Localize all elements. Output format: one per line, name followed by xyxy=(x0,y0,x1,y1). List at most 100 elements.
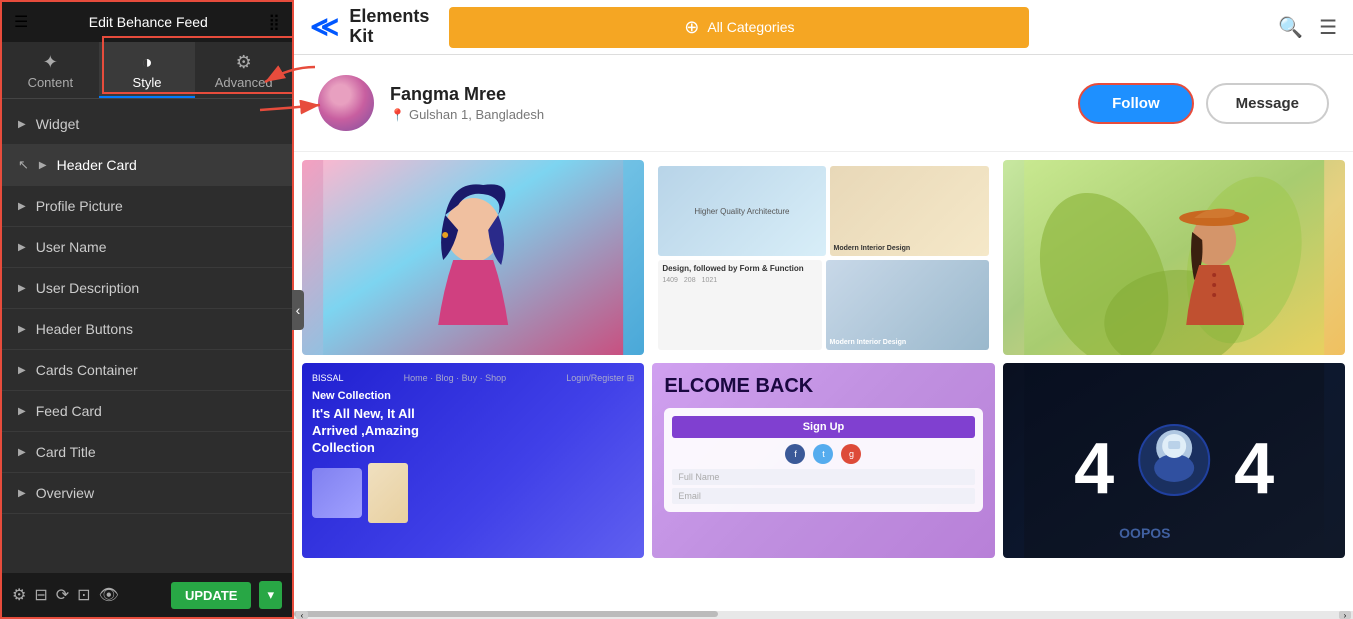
all-categories-button[interactable]: ⊕ All Categories xyxy=(449,7,1029,48)
logo-icon: ≪ xyxy=(310,13,339,41)
card-woman-illustration[interactable] xyxy=(302,160,644,355)
content-icon: ✦ xyxy=(8,52,93,73)
arch-stats: Design, followed by Form & Function 1409… xyxy=(658,260,821,350)
search-icon[interactable]: 🔍 xyxy=(1278,15,1303,40)
product-img-2 xyxy=(368,463,408,523)
expand-icon: ▶ xyxy=(18,201,26,212)
tab-style[interactable]: ◑ Style xyxy=(99,42,196,98)
svg-text:4: 4 xyxy=(1234,429,1274,509)
form-row-name: Full Name xyxy=(672,469,974,485)
follow-button[interactable]: Follow xyxy=(1078,83,1194,124)
categories-label: All Categories xyxy=(707,19,794,35)
signup-form: Sign Up f t g Full Name Email xyxy=(664,408,982,512)
layers-icon[interactable]: ⊟ xyxy=(34,585,47,605)
profile-header: Fangma Mree 📍 Gulshan 1, Bangladesh Foll… xyxy=(294,55,1353,152)
bissal-login: Login/Register ⊞ xyxy=(566,373,634,384)
hamburger-icon[interactable]: ☰ xyxy=(14,12,28,32)
sidebar-item-feed-card[interactable]: ▶ Feed Card xyxy=(2,391,292,432)
eye-icon[interactable]: 👁 xyxy=(99,585,119,605)
expand-icon: ▶ xyxy=(18,324,26,335)
logo-text: Elements Kit xyxy=(349,7,429,47)
location-icon: 📍 xyxy=(390,108,405,122)
responsive-icon[interactable]: ⊡ xyxy=(77,585,90,605)
card-welcome-back[interactable]: ELCOME BACK Sign Up f t g Full Name Emai… xyxy=(652,363,994,558)
logo-chevron: ≪ xyxy=(310,13,339,41)
top-nav-right: 🔍 ☰ xyxy=(1278,15,1337,40)
expand-icon: ▶ xyxy=(39,160,47,171)
profile-actions: Follow Message xyxy=(1078,83,1329,124)
card-bissal[interactable]: BISSAL Home · Blog · Buy · Shop Login/Re… xyxy=(302,363,644,558)
expand-icon: ▶ xyxy=(18,365,26,376)
sidebar-item-card-title[interactable]: ▶ Card Title xyxy=(2,432,292,473)
grid-icon[interactable]: ⣿ xyxy=(268,12,280,32)
expand-icon: ▶ xyxy=(18,119,26,130)
svg-text:4: 4 xyxy=(1074,429,1114,509)
location-text: Gulshan 1, Bangladesh xyxy=(409,107,544,122)
bissal-collection-label: New Collection xyxy=(312,390,634,402)
scroll-left-arrow[interactable]: ‹ xyxy=(296,611,308,619)
logo-sub: Kit xyxy=(349,27,429,47)
bissal-header: BISSAL Home · Blog · Buy · Shop Login/Re… xyxy=(312,373,634,384)
avatar xyxy=(318,75,374,131)
sidebar-tabs: ✦ Content ◑ Style ⚙ Advanced xyxy=(2,42,292,99)
email-input[interactable]: Email xyxy=(672,488,974,504)
tab-advanced[interactable]: ⚙ Advanced xyxy=(195,42,292,98)
style-icon: ◑ xyxy=(105,52,190,73)
history-icon[interactable]: ⟳ xyxy=(56,585,69,605)
top-nav: ≪ Elements Kit ⊕ All Categories 🔍 ☰ xyxy=(294,0,1353,55)
cards-grid: Higher Quality Architecture Modern Inter… xyxy=(294,152,1353,566)
scroll-thumb[interactable] xyxy=(294,611,718,617)
main-content: ≪ Elements Kit ⊕ All Categories 🔍 ☰ xyxy=(294,0,1353,619)
sidebar-item-user-name[interactable]: ▶ User Name xyxy=(2,227,292,268)
welcome-heading: ELCOME BACK xyxy=(664,375,982,398)
bissal-tagline-text: It's All New, It AllArrived ,AmazingColl… xyxy=(312,406,634,457)
scroll-right-arrow[interactable]: › xyxy=(1339,611,1351,619)
full-name-input[interactable]: Full Name xyxy=(672,469,974,485)
sidebar-item-overview[interactable]: ▶ Overview xyxy=(2,473,292,514)
sidebar-items-list: ▶ Widget ↖ ▶ Header Card ▶ Profile Pictu… xyxy=(2,99,292,573)
social-icons: f t g xyxy=(672,444,974,464)
update-dropdown-button[interactable]: ▾ xyxy=(259,581,282,609)
message-button[interactable]: Message xyxy=(1206,83,1329,124)
product-img xyxy=(312,468,362,518)
card-illustration-content xyxy=(302,160,644,355)
expand-icon: ▶ xyxy=(18,488,26,499)
update-button[interactable]: UPDATE xyxy=(171,582,251,609)
logo-brand: Elements xyxy=(349,7,429,27)
profile-location: 📍 Gulshan 1, Bangladesh xyxy=(390,107,1078,122)
card-404[interactable]: 4 4 OOPOS xyxy=(1003,363,1345,558)
sidebar-item-profile-picture[interactable]: ▶ Profile Picture xyxy=(2,186,292,227)
profile-name: Fangma Mree xyxy=(390,84,1078,105)
svg-text:OOPOS: OOPOS xyxy=(1119,525,1170,541)
scroll-bar-horizontal: ‹ › xyxy=(294,611,1353,619)
gear-icon[interactable]: ⚙ xyxy=(12,585,26,605)
arch-interior: Modern Interior Design xyxy=(826,260,989,350)
sidebar: ☰ Edit Behance Feed ⣿ ✦ Content ◑ Style … xyxy=(0,0,294,619)
feed-content: Fangma Mree 📍 Gulshan 1, Bangladesh Foll… xyxy=(294,55,1353,611)
sidebar-item-cards-container[interactable]: ▶ Cards Container xyxy=(2,350,292,391)
cursor-icon: ↖ xyxy=(18,157,29,173)
card-architecture[interactable]: Higher Quality Architecture Modern Inter… xyxy=(652,160,994,355)
bissal-brand: BISSAL xyxy=(312,373,344,384)
avatar-image xyxy=(318,75,374,131)
menu-icon[interactable]: ☰ xyxy=(1319,15,1337,40)
arch-img-1: Higher Quality Architecture xyxy=(658,166,825,256)
sidebar-top-bar: ☰ Edit Behance Feed ⣿ xyxy=(2,2,292,42)
sidebar-item-user-description[interactable]: ▶ User Description xyxy=(2,268,292,309)
sidebar-item-header-buttons[interactable]: ▶ Header Buttons xyxy=(2,309,292,350)
signup-btn-top[interactable]: Sign Up xyxy=(672,416,974,438)
sidebar-item-header-card[interactable]: ↖ ▶ Header Card xyxy=(2,145,292,186)
expand-icon: ▶ xyxy=(18,406,26,417)
arch-img-2: Modern Interior Design xyxy=(830,166,989,256)
sidebar-item-widget[interactable]: ▶ Widget xyxy=(2,104,292,145)
plus-circle-icon: ⊕ xyxy=(684,17,699,38)
sidebar-collapse-handle[interactable] xyxy=(292,290,304,330)
expand-icon: ▶ xyxy=(18,447,26,458)
tab-content[interactable]: ✦ Content xyxy=(2,42,99,98)
profile-info: Fangma Mree 📍 Gulshan 1, Bangladesh xyxy=(390,84,1078,122)
bottom-icons: ⚙ ⊟ ⟳ ⊡ 👁 xyxy=(12,585,163,605)
expand-icon: ▶ xyxy=(18,283,26,294)
card-woman-hat[interactable] xyxy=(1003,160,1345,355)
advanced-icon: ⚙ xyxy=(201,52,286,73)
logo-area: ≪ Elements Kit xyxy=(310,7,429,47)
